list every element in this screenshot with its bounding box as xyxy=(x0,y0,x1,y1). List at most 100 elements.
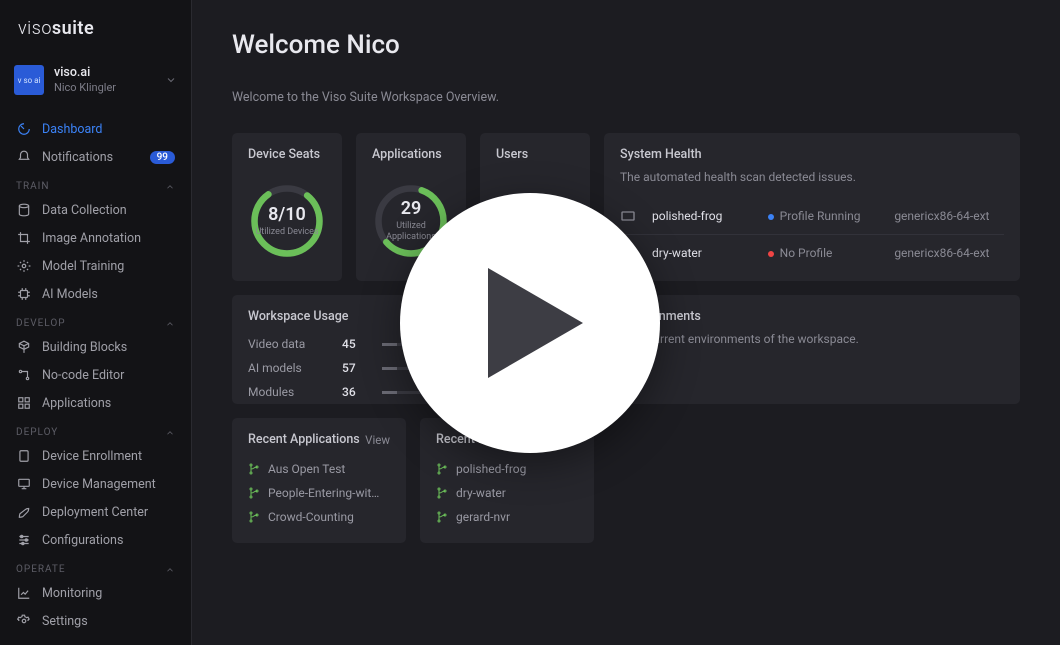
flow-icon xyxy=(16,367,32,383)
nav-label: Data Collection xyxy=(42,203,175,218)
sidebar: visosuite v so ai viso.ai Nico Klingler … xyxy=(0,0,192,645)
nav-section-header[interactable]: DEPLOY xyxy=(0,417,191,442)
gear-icon xyxy=(16,258,32,274)
nav-section-header[interactable]: TRAIN xyxy=(0,171,191,196)
nav-item-device-management[interactable]: Device Management xyxy=(0,470,191,498)
brand-part1: viso xyxy=(18,18,52,39)
nav-item-monitoring[interactable]: Monitoring xyxy=(0,579,191,607)
nav: Dashboard Notifications 99 TRAIN Data Col… xyxy=(0,115,191,635)
recent-app-item[interactable]: Aus Open Test xyxy=(248,457,390,481)
nav-label: Device Enrollment xyxy=(42,449,175,464)
usage-label: Video data xyxy=(248,337,328,351)
org-name: viso.ai xyxy=(54,65,155,81)
nav-item-building-blocks[interactable]: Building Blocks xyxy=(0,333,191,361)
nav-item-image-annotation[interactable]: Image Annotation xyxy=(0,224,191,252)
recent-app-item[interactable]: Crowd-Counting xyxy=(248,505,390,529)
card-title: Recent Applications xyxy=(248,432,360,447)
nav-label: Building Blocks xyxy=(42,340,175,355)
card-title: Device Seats xyxy=(248,147,326,162)
page-title: Welcome Nico xyxy=(232,30,1020,60)
stat-value: 8/10 xyxy=(255,204,318,225)
nav-section-header[interactable]: OPERATE xyxy=(0,554,191,579)
branch-icon xyxy=(248,463,260,475)
chevron-up-icon xyxy=(165,565,175,575)
recent-device-item[interactable]: dry-water xyxy=(436,481,578,505)
nav-item-settings[interactable]: Settings xyxy=(0,607,191,635)
cog-icon xyxy=(16,613,32,629)
brand: visosuite xyxy=(0,0,191,47)
account-switcher[interactable]: v so ai viso.ai Nico Klingler xyxy=(0,55,191,105)
usage-value: 57 xyxy=(342,361,368,375)
section-label: DEPLOY xyxy=(16,427,58,438)
card-title: Users xyxy=(496,147,574,162)
page-subtitle: Welcome to the Viso Suite Workspace Over… xyxy=(232,90,1020,105)
list-item-label: gerard-nvr xyxy=(456,510,510,524)
nav-label: AI Models xyxy=(42,287,175,302)
user-name: Nico Klingler xyxy=(54,81,155,95)
stat-value: 29 xyxy=(372,198,450,219)
device-status: No Profile xyxy=(768,246,889,260)
health-row[interactable]: polished-frogProfile Runninggenericx86-6… xyxy=(620,198,1004,234)
nav-label: Image Annotation xyxy=(42,231,175,246)
chevron-up-icon xyxy=(165,428,175,438)
rocket-icon xyxy=(16,504,32,520)
recent-applications-card: Recent Applications View Aus Open Test Pe… xyxy=(232,418,406,543)
notification-badge: 99 xyxy=(150,151,175,164)
nav-item-applications[interactable]: Applications xyxy=(0,389,191,417)
sliders-icon xyxy=(16,532,32,548)
enroll-icon xyxy=(16,448,32,464)
device-arch: genericx86-64-ext xyxy=(894,209,1004,223)
section-label: OPERATE xyxy=(16,564,66,575)
nav-label: Deployment Center xyxy=(42,505,175,520)
nav-item-deployment-center[interactable]: Deployment Center xyxy=(0,498,191,526)
card-subtitle: The current environments of the workspac… xyxy=(624,332,1004,346)
donut-chart: 8/10 Utilized Devices xyxy=(248,174,326,267)
view-link[interactable]: View xyxy=(365,433,390,447)
recent-app-item[interactable]: People-Entering-wit… xyxy=(248,481,390,505)
device-status: Profile Running xyxy=(768,209,889,223)
nav-item-data-collection[interactable]: Data Collection xyxy=(0,196,191,224)
health-row[interactable]: dry-waterNo Profilegenericx86-64-ext xyxy=(620,234,1004,271)
nav-label: No-code Editor xyxy=(42,368,175,383)
usage-label: AI models xyxy=(248,361,328,375)
bell-icon xyxy=(16,149,32,165)
branch-icon xyxy=(436,487,448,499)
play-button[interactable] xyxy=(400,193,660,453)
chevron-up-icon xyxy=(165,182,175,192)
database-icon xyxy=(16,202,32,218)
list-item-label: dry-water xyxy=(456,486,506,500)
list-item-label: Crowd-Counting xyxy=(268,510,354,524)
environments-card: Environments The current environments of… xyxy=(608,295,1020,404)
nav-dashboard[interactable]: Dashboard xyxy=(0,115,191,143)
card-subtitle: The automated health scan detected issue… xyxy=(620,170,1004,184)
section-label: DEVELOP xyxy=(16,318,66,329)
system-health-card: System Health The automated health scan … xyxy=(604,133,1020,281)
usage-value: 45 xyxy=(342,337,368,351)
nav-item-configurations[interactable]: Configurations xyxy=(0,526,191,554)
chart-icon xyxy=(16,585,32,601)
device-seats-card[interactable]: Device Seats 8/10 Utilized Devices xyxy=(232,133,342,281)
list-item-label: polished-frog xyxy=(456,462,526,476)
nav-item-no-code-editor[interactable]: No-code Editor xyxy=(0,361,191,389)
nav-item-device-enrollment[interactable]: Device Enrollment xyxy=(0,442,191,470)
list-item-label: People-Entering-wit… xyxy=(268,486,379,500)
nav-label: Settings xyxy=(42,614,175,629)
nav-label: Applications xyxy=(42,396,175,411)
nav-notifications[interactable]: Notifications 99 xyxy=(0,143,191,171)
nav-label: Model Training xyxy=(42,259,175,274)
nav-item-model-training[interactable]: Model Training xyxy=(0,252,191,280)
nav-label: Notifications xyxy=(42,150,140,165)
nav-label: Configurations xyxy=(42,533,175,548)
nav-item-ai-models[interactable]: AI Models xyxy=(0,280,191,308)
nav-label: Monitoring xyxy=(42,586,175,601)
stat-caption: Utilized Devices xyxy=(255,227,318,238)
recent-device-item[interactable]: polished-frog xyxy=(436,457,578,481)
branch-icon xyxy=(248,511,260,523)
nav-section-header[interactable]: DEVELOP xyxy=(0,308,191,333)
card-title: Environments xyxy=(624,309,1004,324)
org-avatar: v so ai xyxy=(14,65,44,95)
card-title: Applications xyxy=(372,147,450,162)
recent-device-item[interactable]: gerard-nvr xyxy=(436,505,578,529)
section-label: TRAIN xyxy=(16,181,50,192)
device-icon xyxy=(620,208,646,224)
